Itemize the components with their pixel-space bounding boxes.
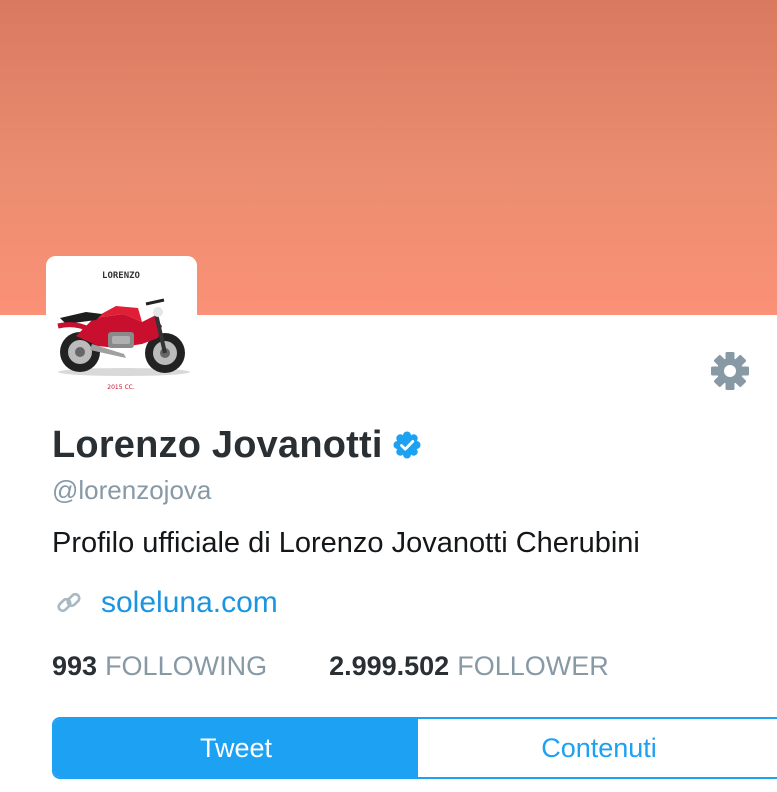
follower-count: 2.999.502 bbox=[329, 650, 450, 681]
avatar[interactable]: LORENZO 2015 CC. bbox=[46, 256, 197, 407]
verified-badge-icon bbox=[393, 431, 421, 459]
following-count: 993 bbox=[52, 650, 98, 681]
tab-contenuti[interactable]: Contenuti bbox=[418, 719, 777, 777]
avatar-brand-text: LORENZO bbox=[102, 271, 141, 281]
profile-stats: 993 FOLLOWING 2.999.502 FOLLOWER bbox=[52, 646, 609, 686]
profile-tabs: Tweet Contenuti bbox=[52, 717, 777, 779]
profile-name: Lorenzo Jovanotti bbox=[52, 423, 383, 466]
following-label: FOLLOWING bbox=[105, 650, 268, 681]
profile-website-row: soleluna.com bbox=[55, 584, 278, 622]
settings-gear-button[interactable] bbox=[708, 349, 752, 393]
follower-label: FOLLOWER bbox=[457, 650, 609, 681]
tab-tweet[interactable]: Tweet bbox=[54, 719, 418, 777]
profile-website-link[interactable]: soleluna.com bbox=[101, 586, 278, 620]
link-icon bbox=[57, 592, 81, 613]
following-stat[interactable]: 993 FOLLOWING bbox=[52, 651, 267, 682]
profile-bio: Profilo ufficiale di Lorenzo Jovanotti C… bbox=[52, 527, 640, 559]
avatar-caption-text: 2015 CC. bbox=[107, 384, 135, 391]
profile-handle: @lorenzojova bbox=[52, 475, 212, 505]
follower-stat[interactable]: 2.999.502 FOLLOWER bbox=[329, 651, 609, 682]
gear-icon bbox=[711, 352, 749, 390]
avatar-motorcycle-image: LORENZO 2015 CC. bbox=[46, 256, 197, 407]
profile-name-row: Lorenzo Jovanotti bbox=[52, 420, 421, 470]
